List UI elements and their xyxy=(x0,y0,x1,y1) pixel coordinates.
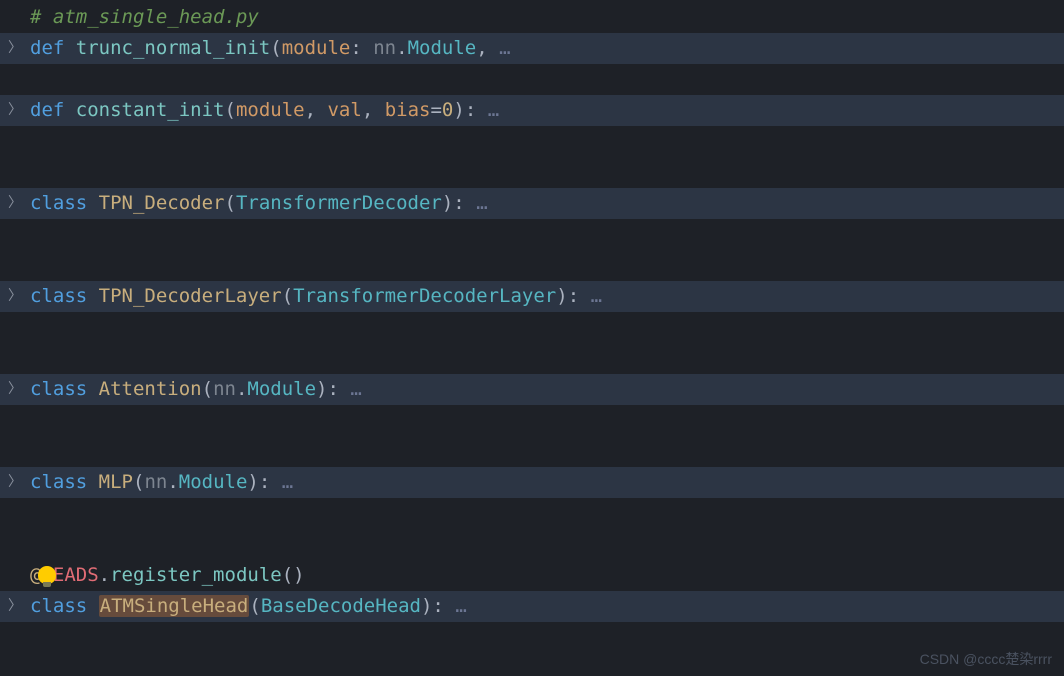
gutter[interactable]: 〉 xyxy=(0,379,30,400)
chevron-right-icon[interactable]: 〉 xyxy=(8,100,22,121)
chevron-right-icon[interactable]: 〉 xyxy=(8,596,22,617)
code-content: def constant_init(module, val, bias=0): … xyxy=(30,96,1064,125)
code-line-folded: 〉 class TPN_Decoder(TransformerDecoder):… xyxy=(0,188,1064,219)
code-line-decorator: @HEADS.register_module() xyxy=(0,560,1064,591)
code-line-folded: 〉 class TPN_DecoderLayer(TransformerDeco… xyxy=(0,281,1064,312)
gutter[interactable]: 〉 xyxy=(0,286,30,307)
watermark-text: CSDN @cccc楚染rrrr xyxy=(920,649,1052,670)
chevron-right-icon[interactable]: 〉 xyxy=(8,379,22,400)
chevron-right-icon[interactable]: 〉 xyxy=(8,38,22,59)
code-content: class Attention(nn.Module): … xyxy=(30,375,1064,404)
chevron-right-icon[interactable]: 〉 xyxy=(8,286,22,307)
gutter[interactable]: 〉 xyxy=(0,596,30,617)
chevron-right-icon[interactable]: 〉 xyxy=(8,193,22,214)
code-content: class MLP(nn.Module): … xyxy=(30,468,1064,497)
code-line-folded: 〉 class Attention(nn.Module): … xyxy=(0,374,1064,405)
gutter[interactable]: 〉 xyxy=(0,38,30,59)
lightbulb-icon[interactable] xyxy=(38,566,56,584)
gutter[interactable]: 〉 xyxy=(0,472,30,493)
gutter[interactable]: 〉 xyxy=(0,193,30,214)
code-line-folded: 〉 class ATMSingleHead(BaseDecodeHead): … xyxy=(0,591,1064,622)
code-editor[interactable]: # atm_single_head.py 〉 def trunc_normal_… xyxy=(0,0,1064,622)
gutter[interactable]: 〉 xyxy=(0,100,30,121)
code-content: class TPN_DecoderLayer(TransformerDecode… xyxy=(30,282,1064,311)
comment-text: # atm_single_head.py xyxy=(30,6,259,28)
chevron-right-icon[interactable]: 〉 xyxy=(8,472,22,493)
code-line: # atm_single_head.py xyxy=(0,2,1064,33)
highlighted-symbol: ATMSingleHead xyxy=(99,595,250,617)
code-content: def trunc_normal_init(module: nn.Module,… xyxy=(30,34,1064,63)
code-line-folded: 〉 def trunc_normal_init(module: nn.Modul… xyxy=(0,33,1064,64)
code-content: class TPN_Decoder(TransformerDecoder): … xyxy=(30,189,1064,218)
code-line-folded: 〉 class MLP(nn.Module): … xyxy=(0,467,1064,498)
code-content: class ATMSingleHead(BaseDecodeHead): … xyxy=(30,592,1064,621)
code-content: @HEADS.register_module() xyxy=(30,561,1064,590)
code-line-folded: 〉 def constant_init(module, val, bias=0)… xyxy=(0,95,1064,126)
